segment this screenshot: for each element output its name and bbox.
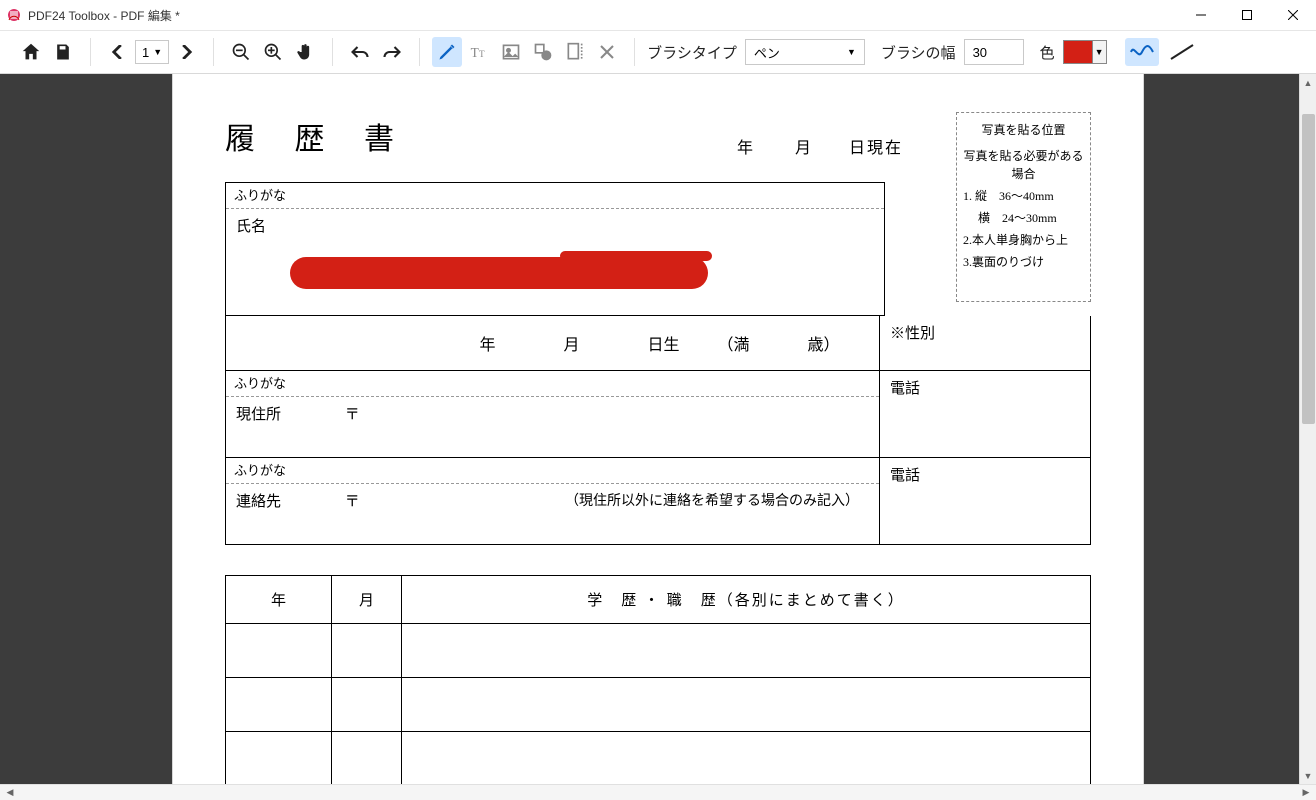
- postal-mark-icon: 〒: [345, 406, 360, 423]
- address-label: 現住所: [236, 407, 281, 423]
- history-table: 年 月 学 歴 ・ 職 歴（各別にまとめて書く）: [225, 575, 1091, 784]
- page-select[interactable]: 1 ▼: [135, 40, 169, 64]
- contact-note: （現住所以外に連絡を希望する場合のみ記入）: [565, 490, 859, 510]
- home-button[interactable]: [16, 37, 46, 67]
- pencil-tool-button[interactable]: [432, 37, 462, 67]
- color-picker[interactable]: ▼: [1063, 40, 1107, 64]
- chevron-down-icon: ▼: [1092, 41, 1106, 63]
- contact-row: ふりがな 連絡先 〒 （現住所以外に連絡を希望する場合のみ記入） 電話: [225, 458, 1091, 545]
- vertical-scrollbar[interactable]: ▲ ▼: [1299, 74, 1316, 784]
- contact-body: 連絡先 〒 （現住所以外に連絡を希望する場合のみ記入）: [226, 484, 879, 544]
- scroll-right-icon[interactable]: ▶: [1298, 787, 1314, 798]
- pdf-page: 履 歴 書 年 月 日現在 写真を貼る位置 写真を貼る必要がある場合 1. 縦 …: [173, 74, 1143, 784]
- save-button[interactable]: [48, 37, 78, 67]
- text-tool-button[interactable]: TT: [464, 37, 494, 67]
- date-line: 年 月 日現在: [703, 134, 903, 158]
- brush-type-select[interactable]: ペン ▼: [745, 39, 865, 65]
- redo-button[interactable]: [377, 37, 407, 67]
- prev-page-button[interactable]: [103, 37, 133, 67]
- wavy-line-button[interactable]: [1125, 38, 1159, 66]
- scroll-thumb[interactable]: [1302, 114, 1315, 424]
- table-row: [226, 732, 1091, 785]
- table-row: [226, 678, 1091, 732]
- maximize-button[interactable]: [1224, 0, 1270, 30]
- page-number: 1: [142, 45, 149, 60]
- titlebar: PDF24 Toolbox - PDF 編集 *: [0, 0, 1316, 30]
- brush-type-value: ペン: [754, 43, 780, 62]
- furigana-row: ふりがな 氏名: [225, 182, 885, 316]
- col-year: 年: [226, 576, 332, 624]
- whiteout-tool-button[interactable]: [560, 37, 590, 67]
- name-cell: 氏名: [226, 209, 884, 315]
- scroll-up-icon[interactable]: ▲: [1300, 74, 1316, 91]
- dob-cell: 年 月 日生 （満 歳）: [226, 316, 880, 370]
- chevron-down-icon: ▼: [847, 47, 856, 57]
- redaction-stroke: [290, 257, 708, 289]
- color-swatch: [1064, 41, 1092, 63]
- table-header-row: 年 月 学 歴 ・ 職 歴（各別にまとめて書く）: [226, 576, 1091, 624]
- photo-placeholder: 写真を貼る位置 写真を貼る必要がある場合 1. 縦 36～40mm 横 24～3…: [956, 112, 1091, 302]
- table-row: [226, 624, 1091, 678]
- app-icon: [6, 7, 22, 23]
- phone-cell-2: 電話: [880, 458, 1090, 544]
- phone-cell-1: 電話: [880, 371, 1090, 457]
- minimize-button[interactable]: [1178, 0, 1224, 30]
- delete-tool-button[interactable]: [592, 37, 622, 67]
- brush-type-label: ブラシタイプ: [647, 42, 737, 63]
- document-viewport[interactable]: 履 歴 書 年 月 日現在 写真を貼る位置 写真を貼る必要がある場合 1. 縦 …: [0, 74, 1316, 784]
- dob-gender-row: 年 月 日生 （満 歳） ※性別: [225, 316, 1091, 371]
- brush-width-label: ブラシの幅: [881, 42, 956, 63]
- next-page-button[interactable]: [171, 37, 201, 67]
- pan-hand-button[interactable]: [290, 37, 320, 67]
- shape-tool-button[interactable]: [528, 37, 558, 67]
- svg-text:T: T: [471, 45, 479, 60]
- straight-line-button[interactable]: [1165, 38, 1199, 66]
- zoom-out-button[interactable]: [226, 37, 256, 67]
- chevron-down-icon: ▼: [153, 47, 162, 57]
- undo-button[interactable]: [345, 37, 375, 67]
- col-month: 月: [332, 576, 402, 624]
- color-label: 色: [1040, 42, 1055, 63]
- address-row: ふりがな 現住所 〒 電話: [225, 371, 1091, 458]
- image-tool-button[interactable]: [496, 37, 526, 67]
- name-label: 氏名: [236, 219, 266, 235]
- col-history: 学 歴 ・ 職 歴（各別にまとめて書く）: [402, 576, 1091, 624]
- contact-label: 連絡先: [236, 494, 281, 510]
- svg-text:T: T: [479, 49, 485, 59]
- address-body: 現住所 〒: [226, 397, 879, 457]
- gender-cell: ※性別: [880, 316, 1090, 370]
- brush-width-input[interactable]: 30: [964, 39, 1024, 65]
- close-button[interactable]: [1270, 0, 1316, 30]
- scroll-left-icon[interactable]: ◀: [2, 787, 18, 798]
- postal-mark-icon: 〒: [345, 493, 360, 510]
- zoom-in-button[interactable]: [258, 37, 288, 67]
- toolbar: 1 ▼ TT ブラシタイプ ペン ▼ ブラシの幅 30 色: [0, 30, 1316, 74]
- scroll-down-icon[interactable]: ▼: [1300, 767, 1316, 784]
- horizontal-scrollbar[interactable]: ◀ ▶: [0, 784, 1316, 800]
- window-title: PDF24 Toolbox - PDF 編集 *: [28, 7, 180, 24]
